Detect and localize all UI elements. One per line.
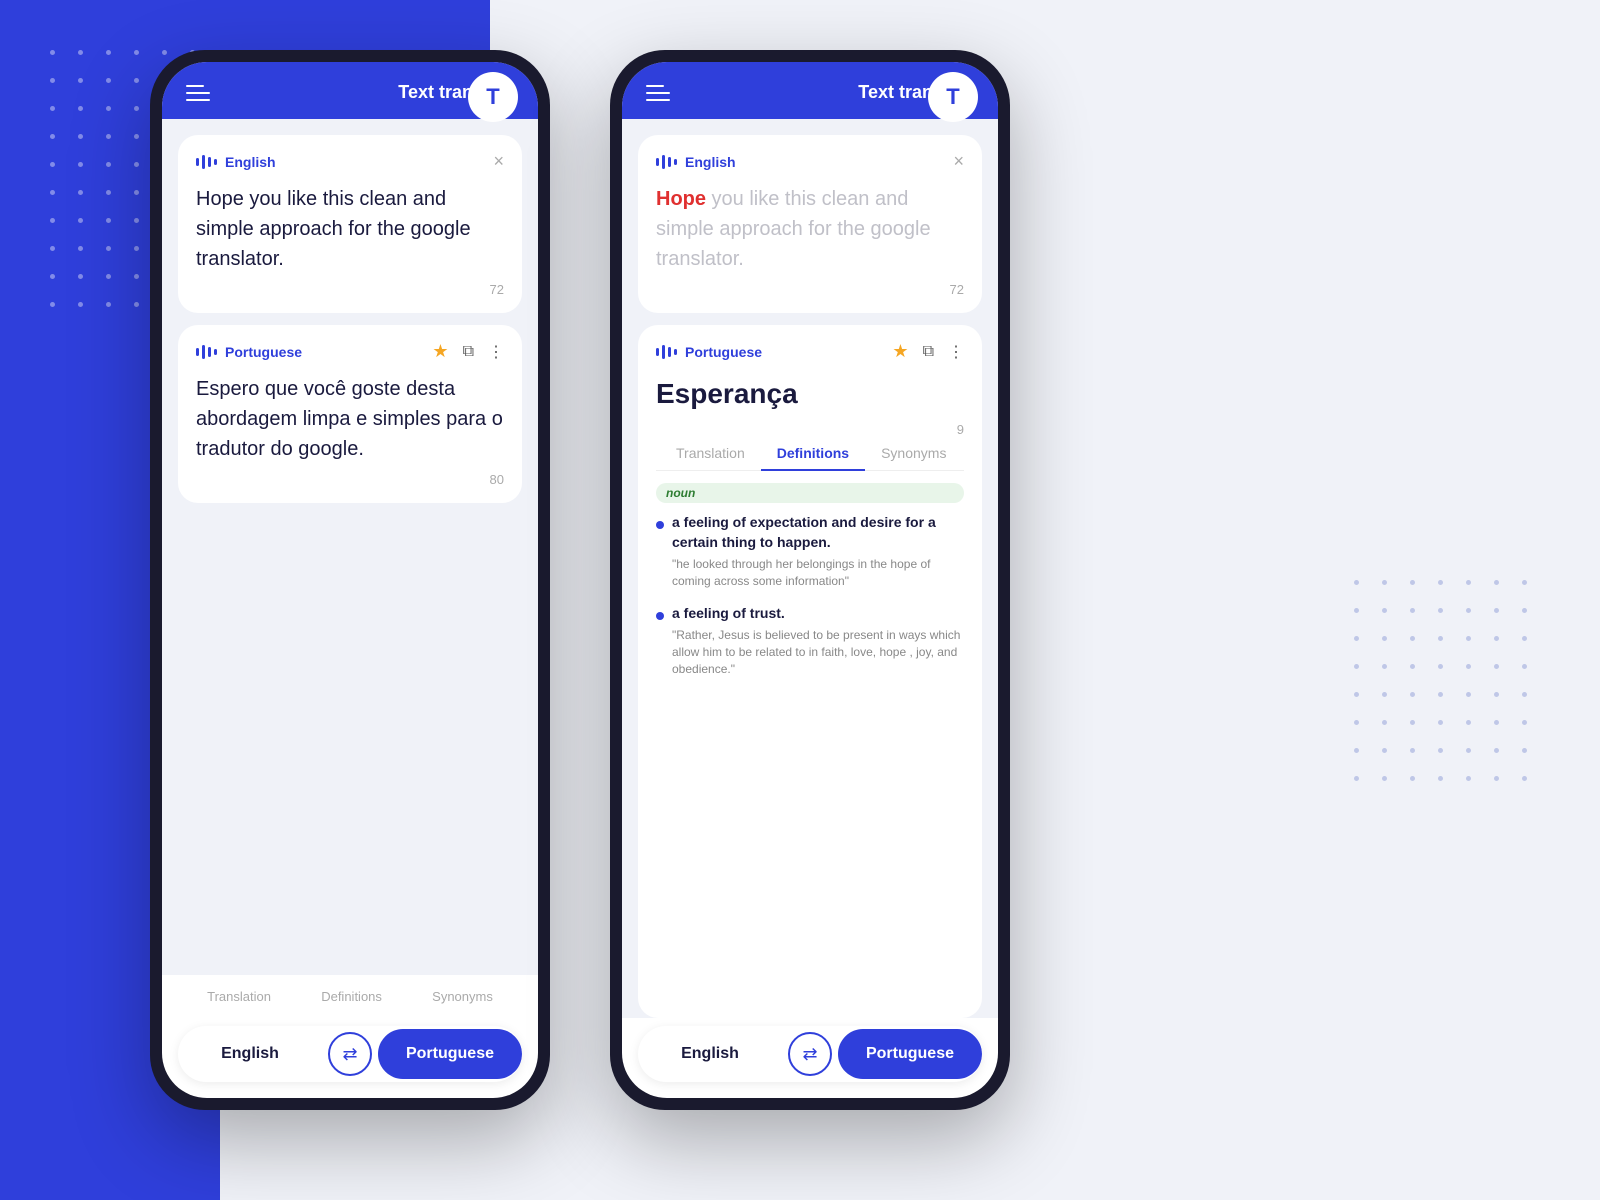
phone1-lang-switcher: English ⇄ Portuguese — [178, 1026, 522, 1082]
phone2-lang-english[interactable]: English — [638, 1029, 782, 1079]
phone2-swap-btn[interactable]: ⇄ — [788, 1032, 832, 1076]
phone1-header: Text translate T — [162, 62, 538, 119]
phone2-sound-icon-1 — [656, 155, 677, 169]
phone2-result-actions: ★ ⧉ ⋮ — [892, 341, 964, 362]
swap-icon: ⇄ — [342, 1044, 357, 1065]
more-icon[interactable]: ⋮ — [488, 342, 504, 362]
phone2-source-card: English × Hope you like this clean and s… — [638, 135, 982, 313]
phone1-result-actions: ★ ⧉ ⋮ — [432, 341, 504, 362]
phone2-more-icon[interactable]: ⋮ — [948, 342, 964, 362]
phone1-tab-definitions[interactable]: Definitions — [321, 989, 382, 1004]
phone2-tab-translation[interactable]: Translation — [660, 437, 761, 471]
phone1-close-btn[interactable]: × — [493, 151, 504, 172]
phone1-result-charcount: 80 — [196, 472, 504, 487]
phone2-lang-portuguese[interactable]: Portuguese — [838, 1029, 982, 1079]
definition-item-1: a feeling of expectation and desire for … — [656, 513, 964, 590]
phone2-menu-icon[interactable] — [646, 85, 670, 101]
definition-example-2: "Rather, Jesus is believed to be present… — [672, 627, 964, 677]
phone2-translated-word: Esperança — [656, 378, 964, 410]
phone1-content: English × Hope you like this clean and s… — [162, 119, 538, 975]
phone1-tab-translation[interactable]: Translation — [207, 989, 271, 1004]
phone1-bottom-tabs: Translation Definitions Synonyms — [162, 975, 538, 1018]
phone1-result-text: Espero que você goste desta abordagem li… — [196, 374, 504, 464]
phone2-tab-definitions[interactable]: Definitions — [761, 437, 865, 471]
phone2-star-icon[interactable]: ★ — [892, 341, 908, 362]
phone1-swap-btn[interactable]: ⇄ — [328, 1032, 372, 1076]
phone2-source-charcount: 72 — [656, 282, 964, 297]
phone2-content: English × Hope you like this clean and s… — [622, 119, 998, 1018]
phone1-lang-english[interactable]: English — [178, 1029, 322, 1079]
phone2-swap-icon: ⇄ — [802, 1044, 817, 1065]
phone2-result-card: Portuguese ★ ⧉ ⋮ Esperança 9 Translation — [638, 325, 982, 1018]
phone1-source-text: Hope you like this clean and simple appr… — [196, 184, 504, 274]
phone2-definitions-tabs: Translation Definitions Synonyms — [656, 437, 964, 471]
dot-grid-right: for(let i=0;i<56;i++) document.currentSc… — [1354, 580, 1540, 794]
phone2-close-btn[interactable]: × — [953, 151, 964, 172]
definition-example-1: "he looked through her belongings in the… — [672, 556, 964, 590]
phone1-source-card: English × Hope you like this clean and s… — [178, 135, 522, 313]
phone1-lang-portuguese[interactable]: Portuguese — [378, 1029, 522, 1079]
phone1-source-charcount: 72 — [196, 282, 504, 297]
copy-icon[interactable]: ⧉ — [463, 343, 474, 361]
phone1-result-lang: Portuguese — [196, 344, 302, 360]
phone2-avatar: T — [928, 72, 978, 122]
sound-icon-2 — [196, 345, 217, 359]
definition-text-2: a feeling of trust. — [672, 604, 964, 624]
definition-item-2: a feeling of trust. "Rather, Jesus is be… — [656, 604, 964, 678]
phone-2: Text translate T — [610, 50, 1010, 1110]
phone2-lang-switcher: English ⇄ Portuguese — [638, 1026, 982, 1082]
phone2-header: Text translate T — [622, 62, 998, 119]
phone1-source-lang: English — [196, 154, 276, 170]
star-icon[interactable]: ★ — [432, 341, 448, 362]
phone2-noun-badge: noun — [656, 483, 964, 503]
definition-text-1: a feeling of expectation and desire for … — [672, 513, 964, 552]
phone1-result-card: Portuguese ★ ⧉ ⋮ Espero que você goste d… — [178, 325, 522, 503]
menu-icon[interactable] — [186, 85, 210, 101]
sound-icon-1 — [196, 155, 217, 169]
phone2-tab-synonyms[interactable]: Synonyms — [865, 437, 962, 471]
phone2-result-lang: Portuguese — [656, 344, 762, 360]
phone2-sound-icon-2 — [656, 345, 677, 359]
phone2-copy-icon[interactable]: ⧉ — [923, 343, 934, 361]
phone2-highlight-word: Hope — [656, 188, 706, 210]
phones-container: Text translate T — [150, 50, 1010, 1110]
phone2-source-text: Hope you like this clean and simple appr… — [656, 184, 964, 274]
phone1-tab-synonyms[interactable]: Synonyms — [432, 989, 493, 1004]
phone-1: Text translate T — [150, 50, 550, 1110]
phone1-avatar: T — [468, 72, 518, 122]
phone2-result-charcount: 9 — [656, 422, 964, 437]
phone2-source-lang: English — [656, 154, 736, 170]
